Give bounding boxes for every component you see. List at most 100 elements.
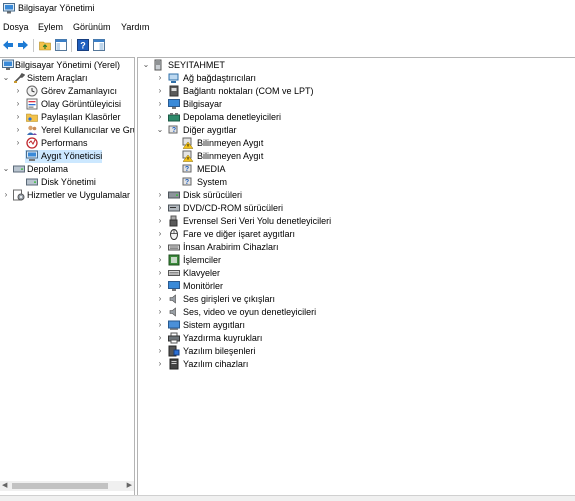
tree-item-services-applications[interactable]: › Hizmetler ve Uygulamalar — [0, 189, 134, 202]
device-item-unknown[interactable]: Bilinmeyen Aygıt — [138, 137, 398, 150]
chevron-right-icon[interactable]: › — [156, 112, 164, 122]
chevron-right-icon[interactable]: › — [156, 216, 164, 226]
performance-icon — [26, 137, 38, 149]
menu-yardim[interactable]: Yardım — [121, 22, 149, 32]
tree-item-local-users[interactable]: › Yerel Kullanıcılar ve Gru — [0, 124, 134, 137]
chevron-right-icon[interactable]: › — [156, 307, 164, 317]
device-tree: ⌄ SEYITAHMET › Ağ bağdaştırıcıları › Bağ… — [137, 57, 575, 496]
device-category[interactable]: › İnsan Arabirim Cihazları — [138, 241, 398, 254]
device-category[interactable]: › Monitörler — [138, 280, 398, 293]
chevron-right-icon[interactable]: › — [156, 281, 164, 291]
scroll-right-icon[interactable]: ▶ — [127, 481, 132, 489]
chevron-down-icon[interactable]: ⌄ — [142, 60, 150, 70]
device-category[interactable]: › Disk sürücüleri — [138, 189, 398, 202]
chevron-right-icon[interactable]: › — [14, 86, 22, 96]
chevron-right-icon[interactable]: › — [156, 294, 164, 304]
svg-text:?: ? — [80, 41, 86, 51]
scroll-left-icon[interactable]: ◀ — [2, 481, 7, 489]
help-icon[interactable]: ? — [77, 39, 89, 51]
monitor-icon — [168, 281, 180, 291]
computer-icon — [154, 59, 162, 71]
chevron-right-icon[interactable]: › — [156, 99, 164, 109]
device-category[interactable]: › İşlemciler — [138, 254, 398, 267]
chevron-right-icon[interactable]: › — [156, 333, 164, 343]
chevron-down-icon[interactable]: ⌄ — [2, 164, 10, 174]
device-category[interactable]: › Yazdırma kuyrukları — [138, 332, 398, 345]
chevron-right-icon[interactable]: › — [156, 190, 164, 200]
mouse-icon — [170, 229, 178, 240]
menu-gorunum[interactable]: Görünüm — [73, 22, 111, 32]
svg-text:?: ? — [172, 127, 176, 134]
tree-item-task-scheduler[interactable]: › Görev Zamanlayıcı — [0, 85, 134, 98]
device-category[interactable]: › Sistem aygıtları — [138, 319, 398, 332]
device-category[interactable]: › DVD/CD-ROM sürücüleri — [138, 202, 398, 215]
device-category-expanded[interactable]: ⌄ ? Diğer aygıtlar — [138, 124, 398, 137]
chevron-right-icon[interactable]: › — [156, 346, 164, 356]
device-item-unknown[interactable]: Bilinmeyen Aygıt — [138, 150, 398, 163]
hid-icon — [168, 244, 180, 251]
tree-item-shared-folders[interactable]: › Paylaşılan Klasörler — [0, 111, 134, 124]
tree-item-label: Bilgisayar Yönetimi (Yerel) — [15, 60, 121, 70]
tree-item-device-manager[interactable]: Aygıt Yöneticisi — [25, 150, 102, 163]
software-device-icon — [169, 358, 179, 370]
horizontal-scrollbar[interactable]: ◀ ▶ — [0, 481, 134, 491]
chevron-right-icon[interactable]: › — [156, 73, 164, 83]
device-category-label: Disk sürücüleri — [183, 190, 243, 200]
tree-item-storage[interactable]: ⌄ Depolama — [0, 163, 134, 176]
chevron-down-icon[interactable]: ⌄ — [2, 73, 10, 83]
chevron-right-icon[interactable]: › — [14, 138, 22, 148]
device-category[interactable]: › Evrensel Seri Veri Yolu denetleyiciler… — [138, 215, 398, 228]
computer-management-icon — [2, 59, 14, 70]
tree-item-performance[interactable]: › Performans — [0, 137, 134, 150]
device-category[interactable]: › Yazılım cihazları — [138, 358, 398, 371]
device-category[interactable]: › Bilgisayar — [138, 98, 398, 111]
device-category[interactable]: › Ağ bağdaştırıcıları — [138, 72, 398, 85]
device-category[interactable]: › Ses girişleri ve çıkışları — [138, 293, 398, 306]
tree-item-label: Olay Görüntüleyicisi — [41, 99, 122, 109]
device-category[interactable]: › Depolama denetleyicileri — [138, 111, 398, 124]
forward-arrow-icon[interactable] — [17, 39, 29, 51]
chevron-right-icon[interactable]: › — [156, 229, 164, 239]
chevron-down-icon[interactable]: ⌄ — [156, 125, 164, 135]
device-item-system[interactable]: ? System — [138, 176, 398, 189]
device-category[interactable]: › Bağlantı noktaları (COM ve LPT) — [138, 85, 398, 98]
device-category-label: Klavyeler — [183, 268, 221, 278]
chevron-right-icon[interactable]: › — [156, 268, 164, 278]
view-icon[interactable] — [93, 39, 105, 51]
computer-management-icon — [3, 3, 15, 14]
chevron-right-icon[interactable]: › — [14, 99, 22, 109]
device-manager-icon — [26, 150, 38, 161]
device-category[interactable]: › Klavyeler — [138, 267, 398, 280]
back-arrow-icon[interactable] — [2, 39, 14, 51]
tree-item-label: Aygıt Yöneticisi — [41, 151, 103, 161]
device-item-media[interactable]: ? MEDIA — [138, 163, 398, 176]
tree-item-computer-management[interactable]: Bilgisayar Yönetimi (Yerel) — [0, 59, 134, 72]
tree-item-label: Görev Zamanlayıcı — [41, 86, 118, 96]
users-icon — [27, 125, 37, 135]
device-tree-root[interactable]: ⌄ SEYITAHMET — [138, 59, 338, 72]
device-category[interactable]: › Ses, video ve oyun denetleyicileri — [138, 306, 398, 319]
chevron-right-icon[interactable]: › — [156, 255, 164, 265]
tree-item-disk-management[interactable]: Disk Yönetimi — [0, 176, 134, 189]
menu-dosya[interactable]: Dosya — [3, 22, 29, 32]
tree-item-event-viewer[interactable]: › Olay Görüntüleyicisi — [0, 98, 134, 111]
chevron-right-icon[interactable]: › — [156, 242, 164, 252]
device-category[interactable]: › Yazılım bileşenleri — [138, 345, 398, 358]
device-item-label: System — [197, 177, 228, 187]
up-folder-icon[interactable] — [39, 39, 51, 51]
chevron-right-icon[interactable]: › — [2, 190, 10, 200]
disk-drive-icon — [168, 191, 180, 199]
tree-item-system-tools[interactable]: ⌄ Sistem Araçları — [0, 72, 134, 85]
scrollbar-thumb[interactable] — [12, 483, 108, 489]
device-category[interactable]: › Fare ve diğer işaret aygıtları — [138, 228, 398, 241]
chevron-right-icon[interactable]: › — [156, 359, 164, 369]
chevron-right-icon[interactable]: › — [156, 86, 164, 96]
menu-eylem[interactable]: Eylem — [38, 22, 63, 32]
tree-item-label: Depolama — [27, 164, 69, 174]
show-hide-tree-icon[interactable] — [55, 39, 67, 51]
chevron-right-icon[interactable]: › — [14, 112, 22, 122]
toolbar: ? — [0, 36, 575, 54]
chevron-right-icon[interactable]: › — [14, 125, 22, 135]
chevron-right-icon[interactable]: › — [156, 203, 164, 213]
chevron-right-icon[interactable]: › — [156, 320, 164, 330]
